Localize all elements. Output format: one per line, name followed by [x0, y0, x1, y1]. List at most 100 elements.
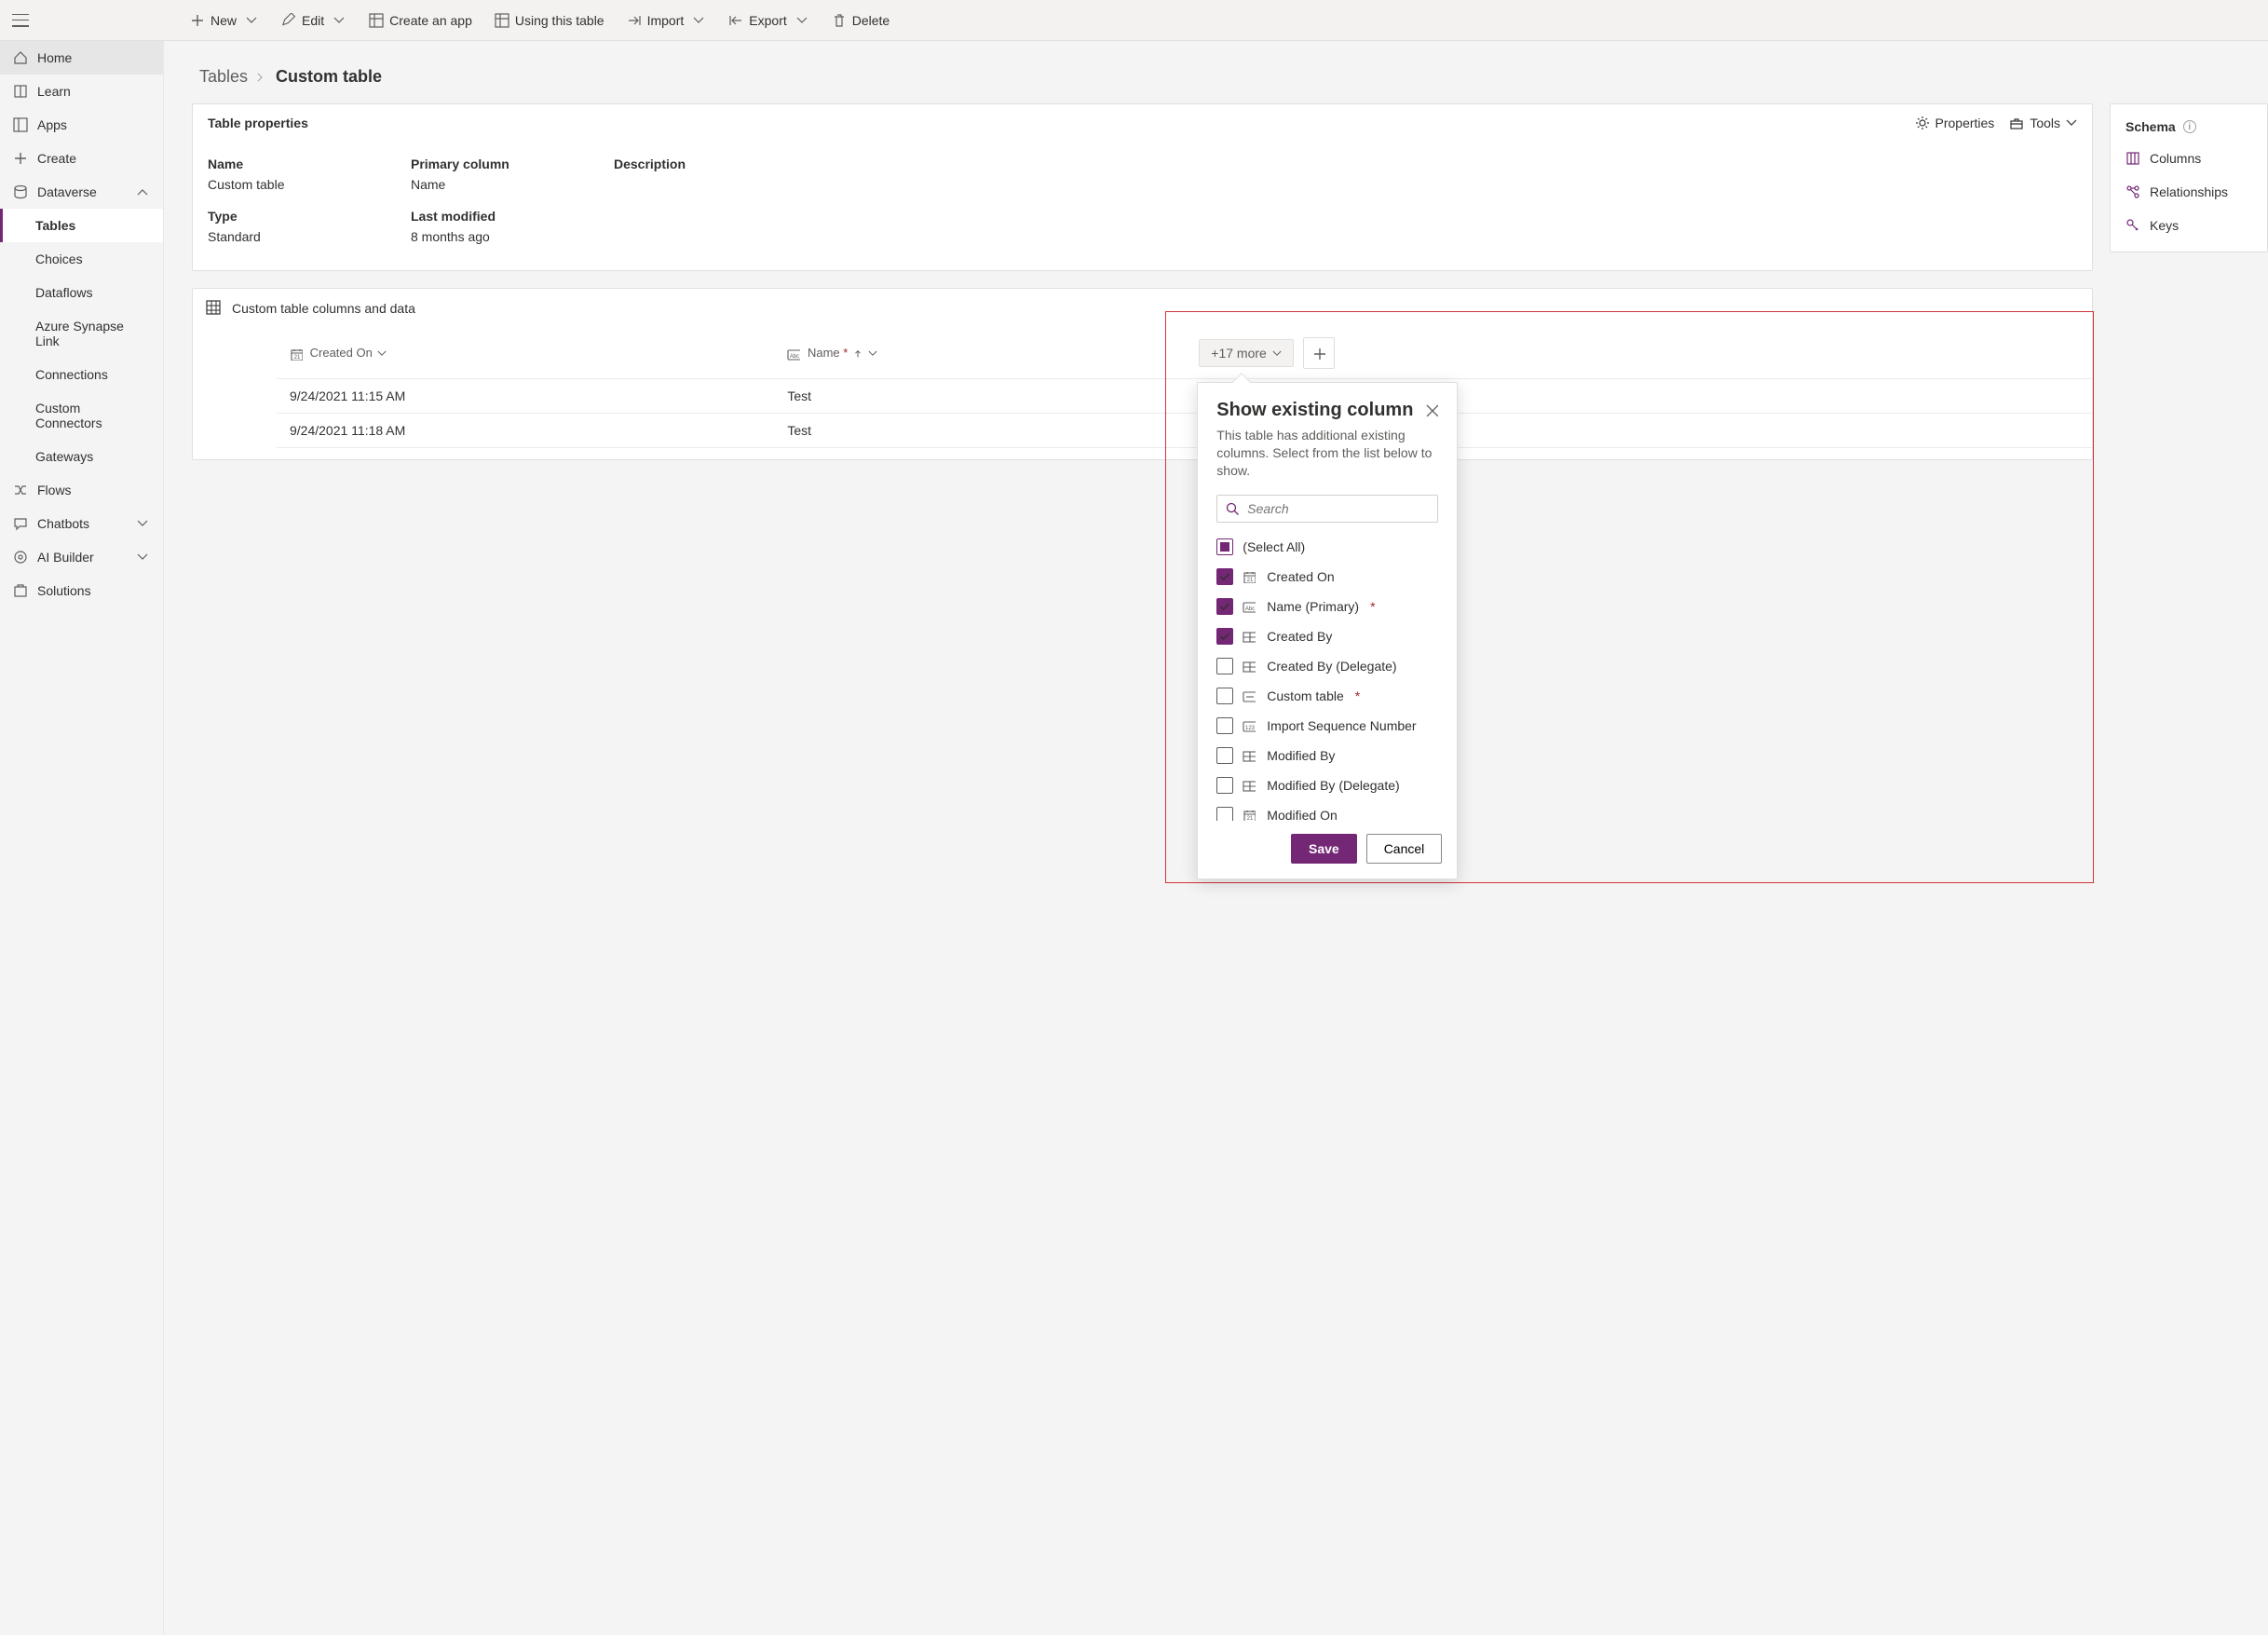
plus-icon — [1312, 347, 1325, 360]
home-icon — [13, 50, 28, 65]
option-select-all[interactable]: (Select All) — [1211, 532, 1449, 562]
checkbox-unchecked — [1216, 777, 1233, 794]
card-title: Custom table columns and data — [232, 301, 415, 316]
command-bar: New Edit Create an app Using this table … — [41, 7, 899, 34]
delete-button[interactable]: Delete — [822, 7, 899, 34]
solutions-icon — [13, 583, 28, 598]
option-label: (Select All) — [1243, 539, 1305, 554]
column-option[interactable]: Modified By (Delegate) — [1211, 770, 1449, 800]
table-icon — [495, 13, 509, 28]
sidebar-item-ai-builder[interactable]: AI Builder — [0, 540, 163, 574]
sidebar-item-label: Chatbots — [37, 516, 89, 531]
column-option[interactable]: Custom table* — [1211, 681, 1449, 711]
column-header-name[interactable]: Name * — [774, 328, 1180, 379]
card-title: Table properties — [208, 116, 308, 130]
search-input[interactable] — [1247, 501, 1430, 516]
sidebar-item-connections[interactable]: Connections — [0, 358, 163, 391]
number-icon — [1243, 719, 1257, 732]
cell-created-on: 9/24/2021 11:15 AM — [277, 379, 774, 414]
sidebar-item-choices[interactable]: Choices — [0, 242, 163, 276]
chevron-down-icon — [2066, 119, 2077, 127]
export-button[interactable]: Export — [719, 7, 818, 34]
column-option[interactable]: Created By — [1211, 621, 1449, 651]
app-icon — [369, 13, 384, 28]
info-icon[interactable]: i — [2183, 120, 2196, 133]
text-icon — [1243, 600, 1257, 613]
show-existing-column-popover: Show existing column This table has addi… — [1197, 382, 1458, 879]
column-option[interactable]: Created On — [1211, 562, 1449, 592]
sidebar-item-label: Tables — [35, 218, 75, 233]
sidebar-item-gateways[interactable]: Gateways — [0, 440, 163, 473]
table-row[interactable]: 9/24/2021 11:15 AM Test — [193, 379, 2092, 414]
cmd-label: Using this table — [515, 13, 604, 28]
property-label-description: Description — [614, 145, 791, 171]
new-button[interactable]: New — [181, 7, 268, 34]
flow-icon — [13, 483, 28, 497]
property-value-primary-column: Name — [411, 177, 588, 192]
popover-title: Show existing column — [1216, 400, 1413, 421]
cmd-label: New — [211, 13, 237, 28]
import-button[interactable]: Import — [618, 7, 716, 34]
column-option[interactable]: Created By (Delegate) — [1211, 651, 1449, 681]
required-indicator: * — [840, 346, 849, 360]
sidebar-item-label: AI Builder — [37, 550, 94, 565]
sidebar-item-chatbots[interactable]: Chatbots — [0, 507, 163, 540]
sidebar-item-azure-synapse-link[interactable]: Azure Synapse Link — [0, 309, 163, 358]
property-value-last-modified: 8 months ago — [411, 229, 588, 244]
schema-item-columns[interactable]: Columns — [2111, 142, 2267, 175]
chevron-down-icon — [868, 350, 877, 357]
cancel-button[interactable]: Cancel — [1366, 834, 1443, 864]
sidebar-item-home[interactable]: Home — [0, 41, 163, 75]
close-button[interactable] — [1425, 400, 1438, 416]
sidebar-item-create[interactable]: Create — [0, 142, 163, 175]
toolbox-icon — [2009, 116, 2024, 130]
sidebar-item-flows[interactable]: Flows — [0, 473, 163, 507]
using-this-table-button[interactable]: Using this table — [485, 7, 614, 34]
sidebar-item-dataflows[interactable]: Dataflows — [0, 276, 163, 309]
sidebar-item-tables[interactable]: Tables — [0, 209, 163, 242]
sidebar-item-dataverse[interactable]: Dataverse — [0, 175, 163, 209]
sidebar-item-learn[interactable]: Learn — [0, 75, 163, 108]
schema-item-relationships[interactable]: Relationships — [2111, 175, 2267, 209]
schema-item-keys[interactable]: Keys — [2111, 209, 2267, 242]
option-label: Import Sequence Number — [1267, 718, 1416, 733]
column-option[interactable]: Modified By — [1211, 741, 1449, 770]
column-option[interactable]: Modified On — [1211, 800, 1449, 821]
column-option[interactable]: Import Sequence Number — [1211, 711, 1449, 741]
breadcrumb: Tables Custom table — [199, 67, 2261, 87]
date-icon — [1243, 570, 1257, 583]
search-field[interactable] — [1216, 495, 1438, 523]
table-row[interactable]: 9/24/2021 11:18 AM Test — [193, 414, 2092, 448]
column-header-created-on[interactable]: Created On — [277, 328, 774, 379]
cell-name: Test — [774, 414, 1180, 448]
close-icon — [1425, 403, 1438, 416]
sidebar-item-label: Azure Synapse Link — [35, 319, 150, 348]
table-data-card: Custom table columns and data Create — [192, 288, 2093, 460]
key-icon — [1243, 689, 1257, 702]
sidebar-item-apps[interactable]: Apps — [0, 108, 163, 142]
sidebar-item-custom-connectors[interactable]: Custom Connectors — [0, 391, 163, 440]
column-option[interactable]: Name (Primary)* — [1211, 592, 1449, 621]
option-label: Modified On — [1267, 808, 1337, 821]
property-value-type: Standard — [208, 229, 385, 244]
more-columns-button[interactable]: +17 more — [1199, 339, 1294, 367]
lookup-icon — [1243, 630, 1257, 643]
edit-button[interactable]: Edit — [272, 7, 356, 34]
import-icon — [627, 13, 642, 28]
breadcrumb-root[interactable]: Tables — [199, 67, 248, 87]
chevron-down-icon — [794, 13, 809, 28]
column-label: Name — [808, 346, 840, 360]
sidebar-item-solutions[interactable]: Solutions — [0, 574, 163, 607]
add-column-button[interactable] — [1303, 337, 1335, 369]
breadcrumb-leaf: Custom table — [276, 67, 382, 87]
properties-button[interactable]: Properties — [1915, 116, 1995, 130]
lookup-icon — [1243, 749, 1257, 762]
sidebar-item-label: Create — [37, 151, 76, 166]
hamburger-menu-icon[interactable] — [12, 14, 29, 27]
cell-name: Test — [774, 379, 1180, 414]
create-app-button[interactable]: Create an app — [360, 7, 482, 34]
property-value-name: Custom table — [208, 177, 385, 192]
schema-item-label: Keys — [2150, 218, 2179, 233]
save-button[interactable]: Save — [1291, 834, 1357, 864]
tools-button[interactable]: Tools — [2009, 116, 2077, 130]
